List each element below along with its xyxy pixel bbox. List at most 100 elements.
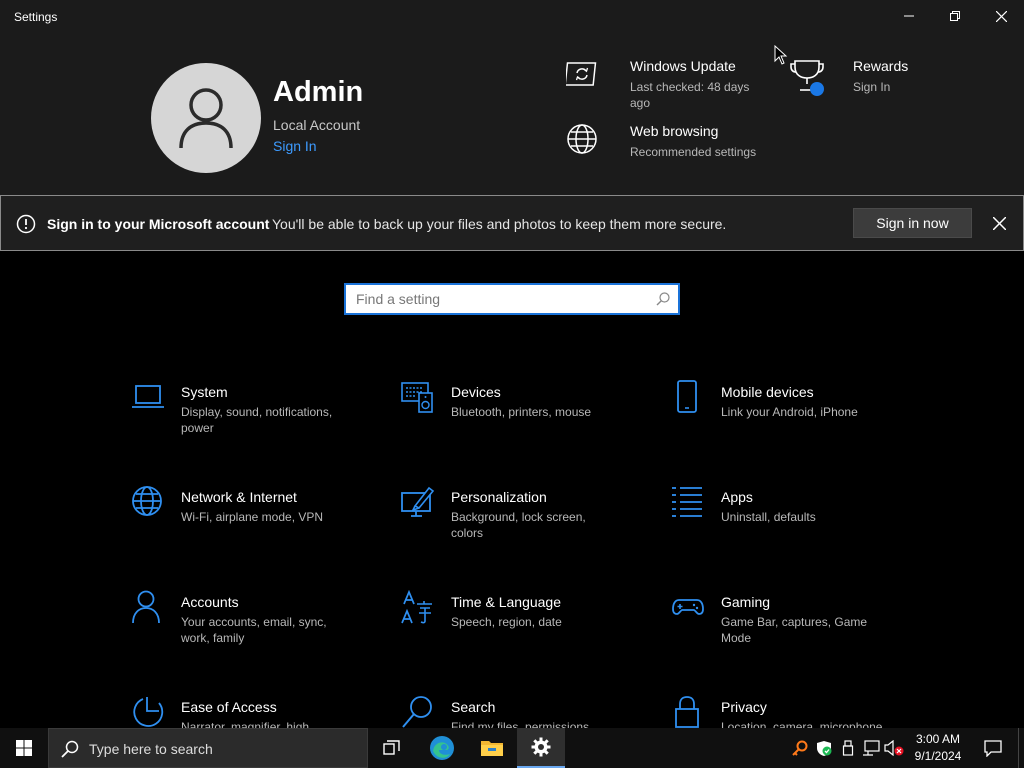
minimize-icon <box>904 15 914 17</box>
windows-update-title: Windows Update <box>630 58 736 74</box>
category-subtitle: Background, lock screen, colors <box>451 510 586 540</box>
category-subtitle: Link your Android, iPhone <box>721 405 858 419</box>
phone-icon <box>677 380 697 413</box>
file-explorer-icon <box>481 741 503 756</box>
taskbar-clock[interactable]: 3:00 AM 9/1/2024 <box>902 731 974 765</box>
keyboard-speaker-icon <box>401 382 433 413</box>
gamepad-icon <box>672 599 704 615</box>
trophy-icon <box>790 60 824 96</box>
lock-icon <box>675 696 699 728</box>
category-apps[interactable]: Apps Uninstall, defaults <box>671 485 911 565</box>
search-icon <box>61 740 79 758</box>
windows-update-item[interactable]: Windows Update Last checked: 48 days ago <box>566 58 766 118</box>
shield-icon <box>817 740 832 756</box>
category-title: Devices <box>451 384 501 400</box>
rewards-title: Rewards <box>853 58 909 74</box>
category-title: Gaming <box>721 594 771 610</box>
category-network[interactable]: Network & Internet Wi-Fi, airplane mode,… <box>131 485 371 565</box>
info-icon <box>16 214 36 234</box>
category-subtitle: Speech, region, date <box>451 615 562 629</box>
sign-in-link[interactable]: Sign In <box>273 138 317 154</box>
category-gaming[interactable]: Gaming Game Bar, captures, Game Mode <box>671 590 911 670</box>
category-devices[interactable]: Devices Bluetooth, printers, mouse <box>401 380 641 460</box>
key-icon <box>792 740 808 756</box>
category-subtitle: Location, camera, microphone <box>721 720 883 728</box>
user-icon <box>179 88 233 149</box>
settings-taskbar-button[interactable] <box>517 728 565 768</box>
category-accounts[interactable]: Accounts Your accounts, email, sync, wor… <box>131 590 371 670</box>
category-personalization[interactable]: Personalization Background, lock screen,… <box>401 485 641 565</box>
category-time-language[interactable]: Time & Language Speech, region, date <box>401 590 641 670</box>
search-icon <box>402 696 432 728</box>
start-button[interactable] <box>0 728 48 768</box>
close-button[interactable] <box>978 0 1024 32</box>
category-title: Apps <box>721 489 753 505</box>
network-icon <box>863 740 880 756</box>
clock-date: 9/1/2024 <box>914 749 962 763</box>
category-subtitle: Narrator, magnifier, high contrast <box>181 720 310 728</box>
category-mobile-devices[interactable]: Mobile devices Link your Android, iPhone <box>671 380 911 460</box>
restore-icon <box>950 11 960 21</box>
category-title: Accounts <box>181 594 239 610</box>
windows-update-subtitle: Last checked: 48 days ago <box>630 80 750 110</box>
category-title: Search <box>451 699 496 715</box>
taskbar-search-box[interactable]: Type here to search <box>48 728 368 768</box>
ease-of-access-icon <box>133 697 164 727</box>
edge-button[interactable] <box>418 728 466 768</box>
windows-logo-icon <box>16 740 32 756</box>
task-view-button[interactable] <box>368 728 416 768</box>
tray-usb-button[interactable] <box>837 728 859 768</box>
usb-drive-icon <box>842 740 854 756</box>
banner-close-button[interactable] <box>986 210 1012 236</box>
category-title: System <box>181 384 228 400</box>
tray-key-button[interactable] <box>789 728 811 768</box>
sign-in-now-button[interactable]: Sign in now <box>853 208 972 238</box>
monitor-pen-icon <box>401 486 435 517</box>
tray-security-button[interactable] <box>813 728 835 768</box>
person-icon <box>132 590 160 624</box>
rewards-item[interactable]: Rewards Sign In <box>789 58 989 118</box>
search-input[interactable] <box>354 289 644 309</box>
window-title: Settings <box>14 10 58 24</box>
find-setting-search[interactable] <box>344 283 680 315</box>
edge-icon <box>430 736 454 760</box>
settings-gear-icon <box>531 737 551 757</box>
category-subtitle: Game Bar, captures, Game Mode <box>721 615 868 645</box>
category-title: Personalization <box>451 489 547 505</box>
category-title: Time & Language <box>451 594 561 610</box>
sync-icon <box>566 62 597 86</box>
user-name: Admin <box>273 76 364 108</box>
account-type: Local Account <box>273 117 361 133</box>
laptop-icon <box>132 385 164 408</box>
restore-button[interactable] <box>932 0 978 32</box>
search-icon[interactable] <box>656 292 670 306</box>
avatar[interactable] <box>151 63 261 173</box>
show-desktop-button[interactable] <box>1018 728 1024 768</box>
rewards-subtitle: Sign In <box>853 80 891 94</box>
mouse-cursor-icon <box>774 45 788 65</box>
category-subtitle: Display, sound, notifications, power <box>181 405 333 435</box>
tray-network-button[interactable] <box>860 728 882 768</box>
category-subtitle: Bluetooth, printers, mouse <box>451 405 592 419</box>
taskbar-search-placeholder: Type here to search <box>89 741 213 757</box>
category-title: Privacy <box>721 699 767 715</box>
task-view-icon <box>383 740 400 755</box>
action-center-button[interactable] <box>978 728 1008 768</box>
web-browsing-title: Web browsing <box>630 123 719 139</box>
category-subtitle: Your accounts, email, sync, work, family <box>181 615 327 645</box>
category-system[interactable]: System Display, sound, notifications, po… <box>131 380 371 460</box>
category-search[interactable]: Search Find my files, permissions <box>401 695 641 728</box>
banner-title: Sign in to your Microsoft account <box>47 216 270 232</box>
web-browsing-item[interactable]: Web browsing Recommended settings <box>566 123 766 183</box>
minimize-button[interactable] <box>886 0 932 32</box>
category-privacy[interactable]: Privacy Location, camera, microphone <box>671 695 911 728</box>
file-explorer-button[interactable] <box>468 728 516 768</box>
category-subtitle: Uninstall, defaults <box>721 510 816 524</box>
category-ease-of-access[interactable]: Ease of Access Narrator, magnifier, high… <box>131 695 371 728</box>
notification-icon <box>984 739 1002 757</box>
settings-categories: System Display, sound, notifications, po… <box>0 328 1024 728</box>
web-browsing-subtitle: Recommended settings <box>630 145 757 159</box>
banner-text: You'll be able to back up your files and… <box>272 216 727 232</box>
category-title: Network & Internet <box>181 489 297 505</box>
close-icon <box>992 216 1006 230</box>
